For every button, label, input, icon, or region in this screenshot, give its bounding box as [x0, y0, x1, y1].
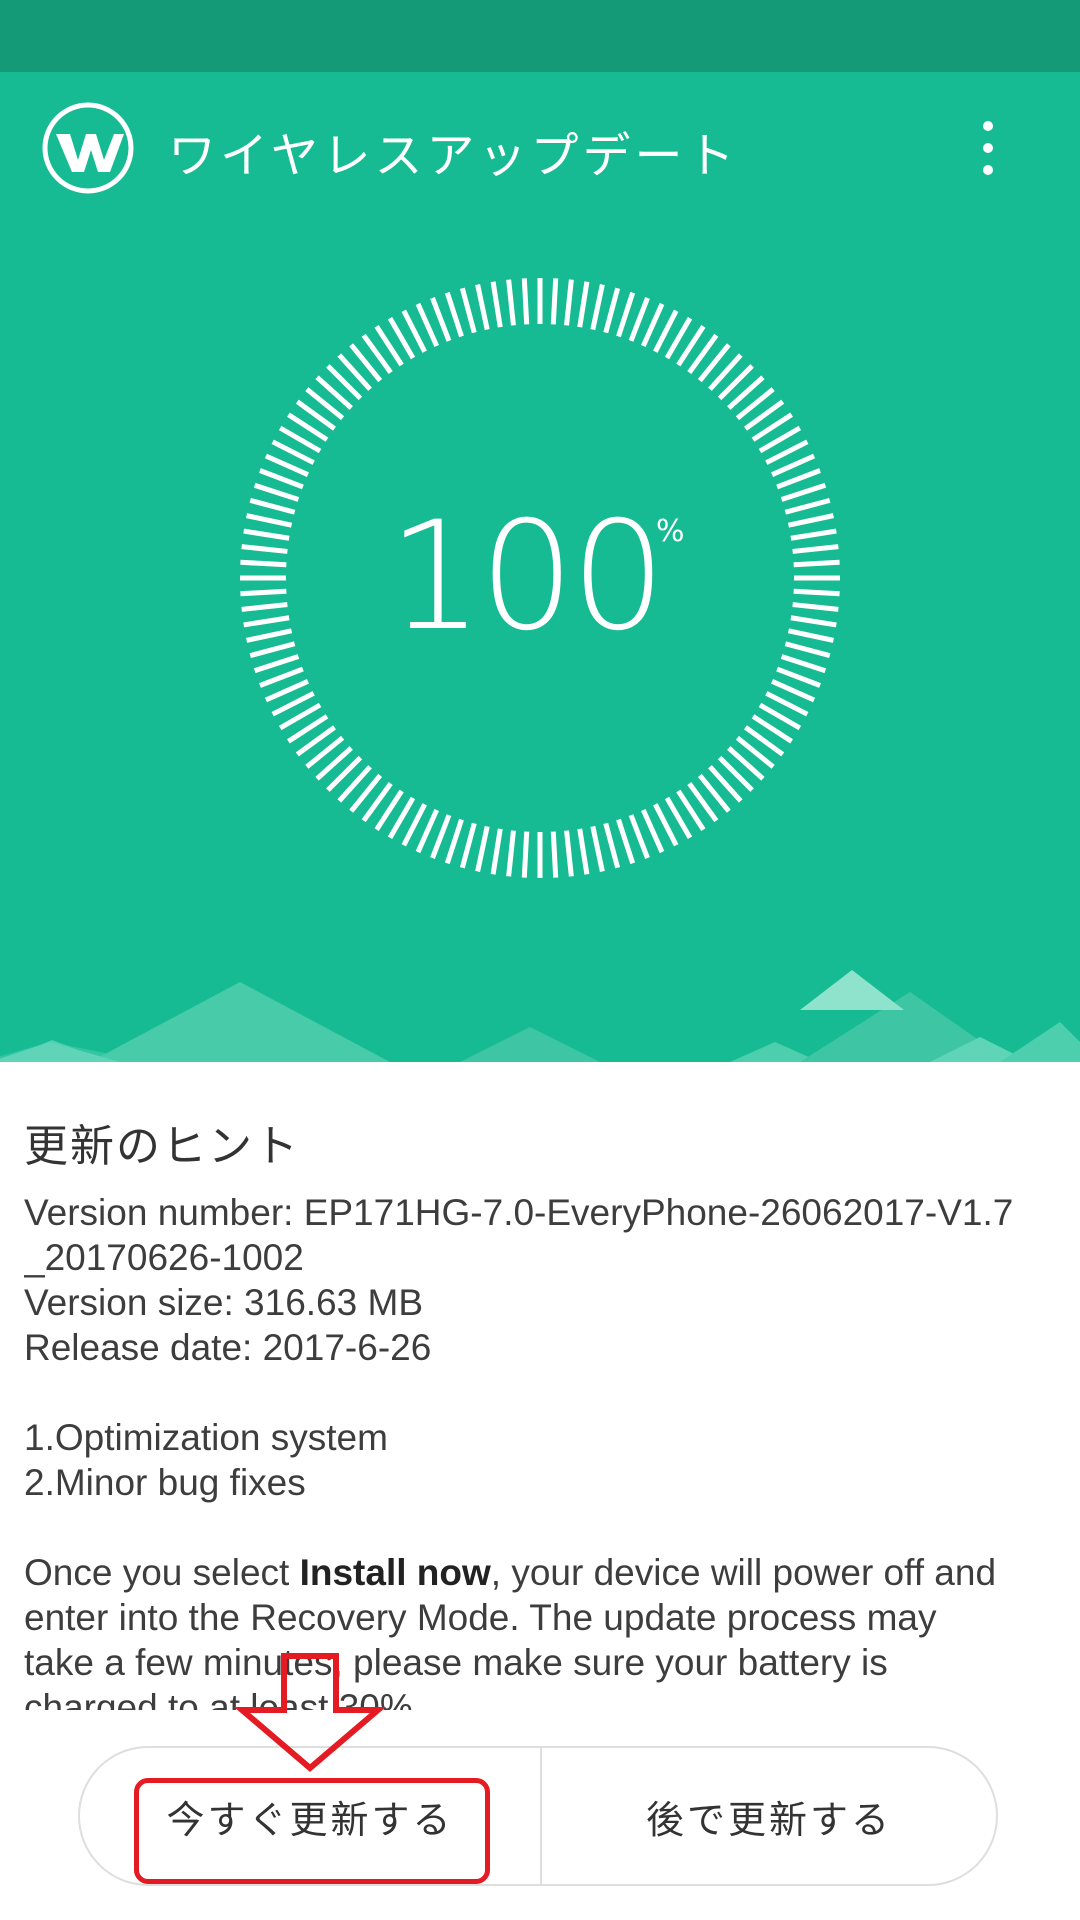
- dial-tick: [249, 497, 296, 515]
- dial-tick: [259, 666, 304, 688]
- dial-tick: [790, 615, 837, 628]
- dial-tick: [577, 828, 590, 875]
- dial-tick: [564, 830, 574, 877]
- dial-tick: [616, 291, 636, 338]
- dial-tick: [577, 281, 590, 328]
- dial-tick: [792, 602, 839, 612]
- notice-pre: Once you select: [24, 1552, 300, 1593]
- dial-tick: [793, 588, 840, 597]
- dial-tick: [628, 814, 650, 859]
- more-vert-icon[interactable]: [966, 118, 1010, 178]
- notice-line: take a few minutes, please make sure you…: [24, 1642, 888, 1683]
- dial-tick: [430, 297, 452, 342]
- dial-tick: [550, 278, 559, 325]
- mountain-decoration: [0, 970, 1080, 1062]
- version-size-line: Version size: 316.63 MB: [24, 1282, 423, 1323]
- update-hints-title: 更新のヒント: [24, 1121, 300, 1172]
- dial-tick: [590, 284, 605, 331]
- dial-tick: [475, 284, 490, 331]
- dial-tick: [776, 666, 821, 688]
- dial-tick: [521, 278, 530, 325]
- dial-tick: [253, 482, 300, 502]
- dial-tick: [444, 818, 464, 865]
- dial-tick: [506, 279, 516, 326]
- dial-tick: [603, 822, 621, 869]
- app-title: ワイヤレスアップデート: [168, 128, 739, 184]
- dial-tick: [793, 559, 840, 568]
- dial-tick: [780, 654, 827, 674]
- dial-tick: [790, 528, 837, 541]
- install-later-button[interactable]: 後で更新する: [542, 1748, 996, 1884]
- dial-tick: [475, 825, 490, 872]
- install-now-button[interactable]: 今すぐ更新する: [80, 1748, 540, 1884]
- change-item: 2.Minor bug fixes: [24, 1462, 306, 1503]
- dial-tick: [459, 287, 477, 334]
- notice-line: Once you select Install now, your device…: [24, 1550, 1060, 1595]
- notice-line: charged to at least 30%.: [24, 1687, 424, 1710]
- dial-tick: [628, 297, 650, 342]
- dial-tick: [241, 544, 288, 554]
- dial-tick: [564, 279, 574, 326]
- dial-tick: [792, 544, 839, 554]
- dial-tick: [246, 628, 293, 643]
- dial-tick: [521, 831, 530, 878]
- dial-tick: [246, 513, 293, 528]
- notice-post: , your device will power off and: [490, 1552, 997, 1593]
- dial-tick: [240, 559, 287, 568]
- dial-tick: [776, 468, 821, 490]
- dial-tick: [603, 287, 621, 334]
- change-item: 1.Optimization system: [24, 1417, 388, 1458]
- dial-tick: [550, 831, 559, 878]
- version-number-line: Version number: EP171HG-7.0-EveryPhone-2…: [24, 1192, 1014, 1233]
- wireless-update-logo-icon: [42, 102, 134, 194]
- dial-tick: [590, 825, 605, 872]
- dial-tick: [243, 528, 290, 541]
- dial-tick: [787, 628, 834, 643]
- release-date-line: Release date: 2017-6-26: [24, 1327, 432, 1368]
- dial-tick: [780, 482, 827, 502]
- dial-tick: [506, 830, 516, 877]
- version-number-cont: _20170626-1002: [24, 1237, 304, 1278]
- dial-tick: [616, 818, 636, 865]
- dial-tick: [240, 588, 287, 597]
- dial-tick: [430, 814, 452, 859]
- dial-tick: [259, 468, 304, 490]
- dial-tick: [784, 497, 831, 515]
- dial-tick: [249, 641, 296, 659]
- progress-percent: 100: [387, 490, 666, 664]
- release-notes[interactable]: Version number: EP171HG-7.0-EveryPhone-2…: [24, 1190, 1060, 1710]
- dial-tick: [787, 513, 834, 528]
- notice-line: enter into the Recovery Mode. The update…: [24, 1597, 937, 1638]
- dial-tick: [459, 822, 477, 869]
- dial-tick: [243, 615, 290, 628]
- percent-sign: %: [656, 514, 685, 549]
- hero-panel: ワイヤレスアップデート 100 %: [0, 72, 1080, 1062]
- dial-tick: [490, 828, 503, 875]
- dial-tick: [253, 654, 300, 674]
- dial-tick: [444, 291, 464, 338]
- dial-tick: [241, 602, 288, 612]
- dial-tick: [784, 641, 831, 659]
- dial-tick: [490, 281, 503, 328]
- action-button-bar: 今すぐ更新する 後で更新する: [78, 1746, 998, 1886]
- notice-bold: Install now: [299, 1552, 491, 1593]
- status-bar: [0, 0, 1080, 72]
